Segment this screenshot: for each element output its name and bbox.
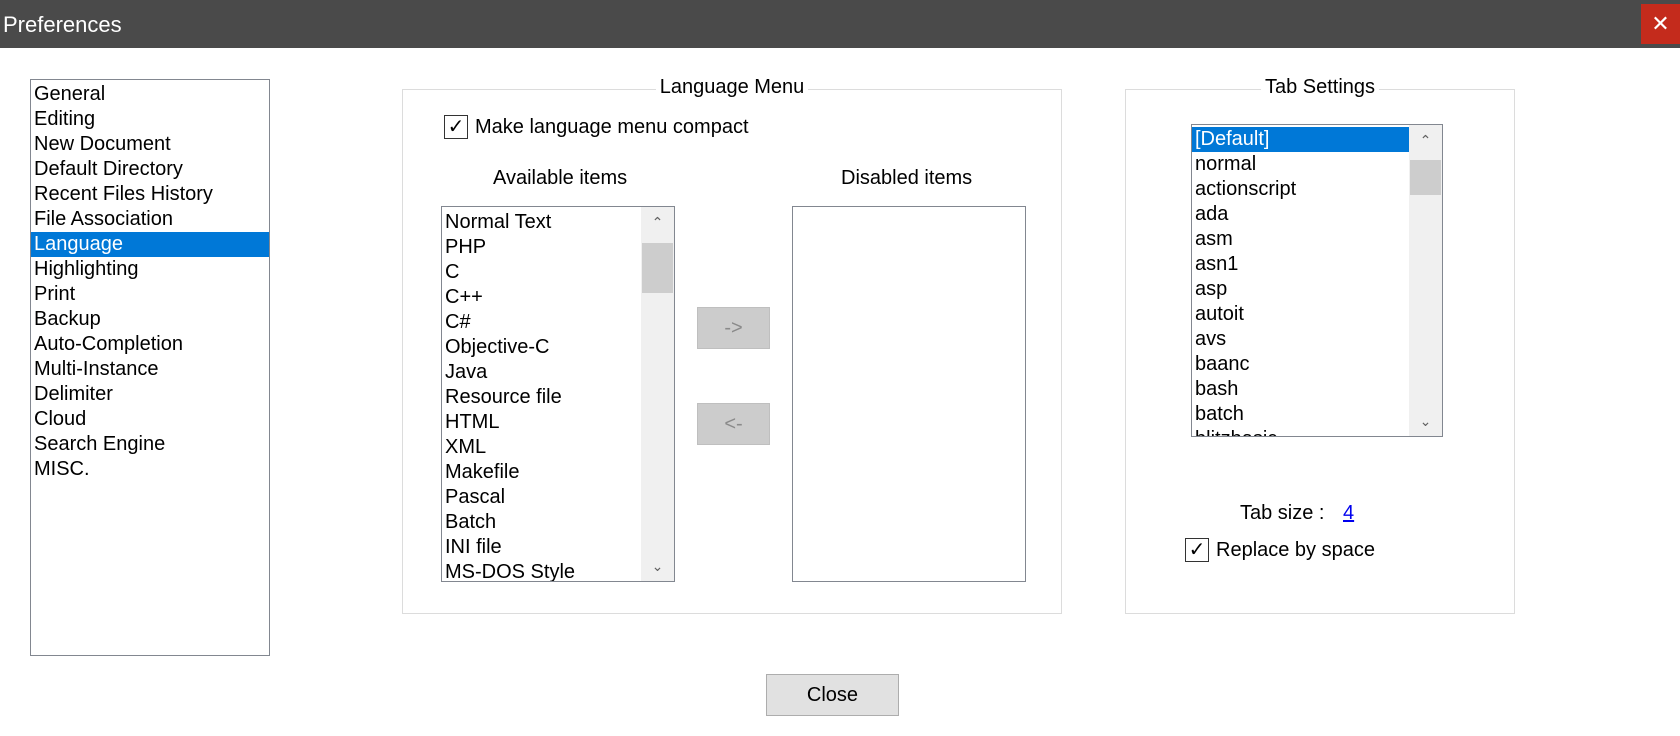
category-item[interactable]: Cloud [31, 407, 269, 432]
category-item[interactable]: Backup [31, 307, 269, 332]
available-scrollbar[interactable]: ⌃ ⌄ [641, 207, 674, 581]
compact-menu-label[interactable]: Make language menu compact [475, 116, 749, 139]
disabled-items-list[interactable] [792, 206, 1026, 582]
category-item[interactable]: Multi-Instance [31, 357, 269, 382]
scroll-up-icon[interactable]: ⌃ [641, 207, 674, 237]
category-item[interactable]: Print [31, 282, 269, 307]
replace-by-space-label[interactable]: Replace by space [1216, 539, 1375, 562]
tab-language-item[interactable]: asn1 [1192, 252, 1409, 277]
category-item[interactable]: Highlighting [31, 257, 269, 282]
available-language-item[interactable]: C# [442, 310, 641, 335]
tab-language-item[interactable]: [Default] [1192, 127, 1409, 152]
available-language-item[interactable]: MS-DOS Style [442, 560, 641, 581]
category-item[interactable]: Auto-Completion [31, 332, 269, 357]
tab-size-label: Tab size : [1240, 502, 1325, 524]
tab-language-item[interactable]: asm [1192, 227, 1409, 252]
tab-language-item[interactable]: avs [1192, 327, 1409, 352]
category-list[interactable]: General Editing New Document Default Direct… [30, 79, 270, 656]
tab-language-item[interactable]: ada [1192, 202, 1409, 227]
tab-language-item[interactable]: normal [1192, 152, 1409, 177]
tab-language-list[interactable]: [Default] normal actionscript ada asm asn1 asp… [1191, 124, 1443, 437]
available-language-item[interactable]: Objective-C [442, 335, 641, 360]
scroll-down-icon[interactable]: ⌄ [641, 551, 674, 581]
scroll-down-icon[interactable]: ⌄ [1409, 406, 1442, 436]
category-item[interactable]: Editing [31, 107, 269, 132]
available-language-item[interactable]: C [442, 260, 641, 285]
available-language-item[interactable]: Resource file [442, 385, 641, 410]
available-items-list[interactable]: Normal Text PHP C C++ C# Objective-C Java Resou… [441, 206, 675, 582]
available-language-item[interactable]: C++ [442, 285, 641, 310]
category-item[interactable]: Delimiter [31, 382, 269, 407]
close-button[interactable]: Close [766, 674, 899, 716]
tab-settings-title: Tab Settings [1260, 76, 1380, 98]
category-item[interactable]: MISC. [31, 457, 269, 482]
available-items-title: Available items [493, 167, 628, 189]
tab-language-item[interactable]: bash [1192, 377, 1409, 402]
window-title: Preferences [3, 12, 122, 37]
available-language-item[interactable]: INI file [442, 535, 641, 560]
available-language-item[interactable]: HTML [442, 410, 641, 435]
tab-size-value[interactable]: 4 [1343, 502, 1354, 525]
replace-by-space-checkbox[interactable]: ✓ [1185, 538, 1209, 562]
tab-language-item[interactable]: batch [1192, 402, 1409, 427]
window-close-icon[interactable]: ✕ [1641, 4, 1680, 44]
move-to-disabled-button[interactable]: -> [697, 307, 770, 349]
available-language-item[interactable]: Normal Text [442, 210, 641, 235]
scroll-up-icon[interactable]: ⌃ [1409, 125, 1442, 155]
category-item[interactable]: General [31, 82, 269, 107]
tab-language-scrollbar[interactable]: ⌃ ⌄ [1409, 125, 1442, 436]
compact-menu-checkbox[interactable]: ✓ [444, 115, 468, 139]
available-language-item[interactable]: XML [442, 435, 641, 460]
tab-language-item[interactable]: actionscript [1192, 177, 1409, 202]
tab-language-item[interactable]: autoit [1192, 302, 1409, 327]
category-item[interactable]: Search Engine [31, 432, 269, 457]
language-menu-title: Language Menu [655, 76, 809, 98]
category-item[interactable]: Default Directory [31, 157, 269, 182]
available-language-item[interactable]: Pascal [442, 485, 641, 510]
tab-language-item[interactable]: blitzbasic [1192, 427, 1409, 436]
available-language-item[interactable]: Java [442, 360, 641, 385]
tab-language-scroll-thumb[interactable] [1410, 160, 1441, 195]
available-scroll-thumb[interactable] [642, 243, 673, 293]
category-item[interactable]: New Document [31, 132, 269, 157]
category-item[interactable]: File Association [31, 207, 269, 232]
move-to-available-button[interactable]: <- [697, 403, 770, 445]
tab-language-item[interactable]: asp [1192, 277, 1409, 302]
disabled-items-title: Disabled items [841, 167, 973, 189]
category-item[interactable]: Recent Files History [31, 182, 269, 207]
title-bar: Preferences ✕ [0, 0, 1680, 48]
available-language-item[interactable]: Batch [442, 510, 641, 535]
category-item[interactable]: Language [31, 232, 269, 257]
available-language-item[interactable]: Makefile [442, 460, 641, 485]
available-language-item[interactable]: PHP [442, 235, 641, 260]
tab-language-item[interactable]: baanc [1192, 352, 1409, 377]
